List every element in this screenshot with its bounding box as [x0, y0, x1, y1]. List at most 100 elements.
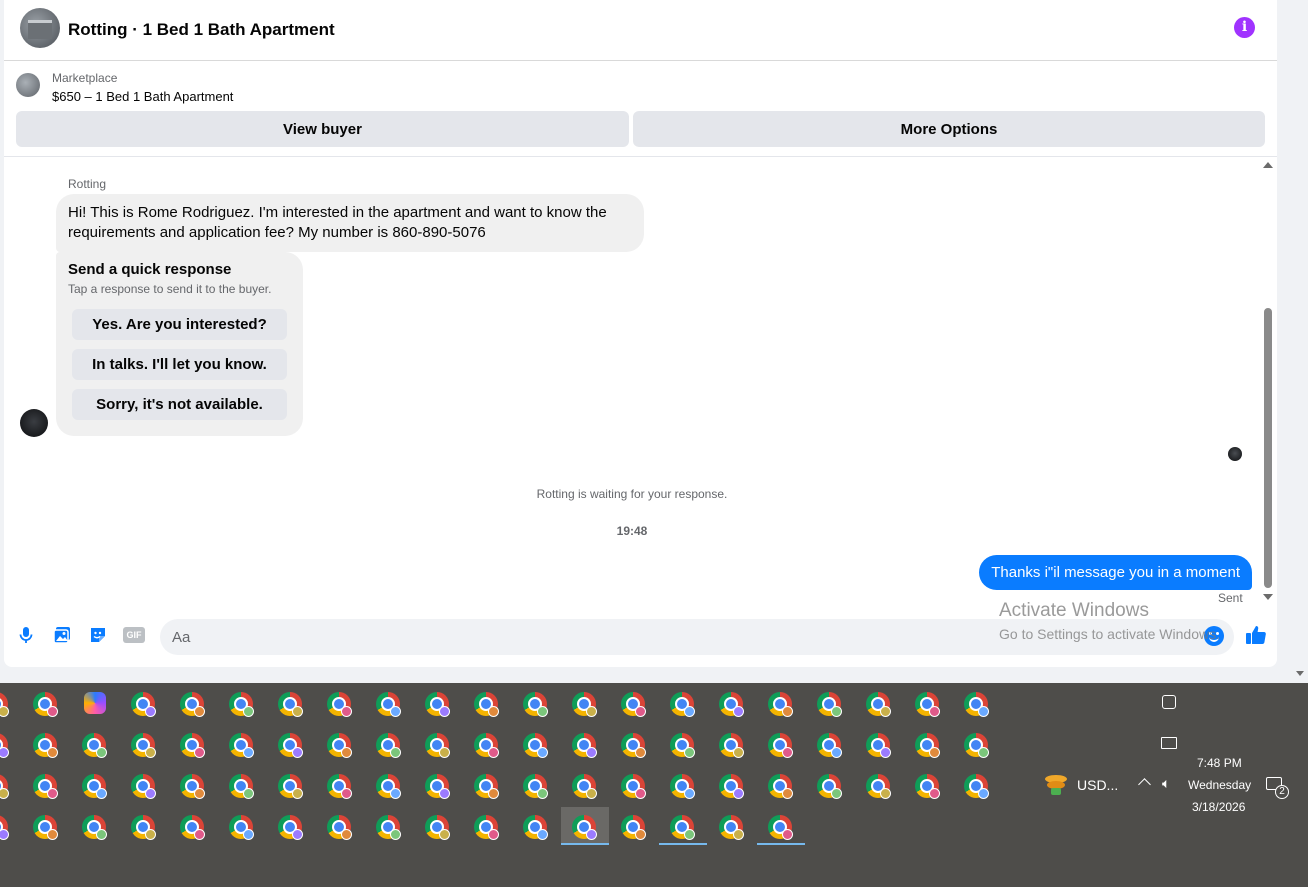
- chrome-profile-icon[interactable]: [962, 690, 992, 720]
- photo-icon[interactable]: [52, 625, 72, 645]
- sticker-icon[interactable]: [88, 625, 108, 645]
- chrome-profile-icon[interactable]: [717, 690, 747, 720]
- microphone-icon[interactable]: [16, 625, 36, 645]
- chrome-profile-icon[interactable]: [521, 731, 551, 761]
- chrome-profile-icon[interactable]: [80, 731, 110, 761]
- volume-icon[interactable]: 🔈︎: [1162, 775, 1170, 792]
- chrome-profile-icon[interactable]: [423, 772, 453, 802]
- chrome-profile-icon[interactable]: [227, 813, 257, 843]
- chrome-profile-icon[interactable]: [31, 772, 61, 802]
- sender-avatar[interactable]: [20, 409, 48, 437]
- currency-widget-icon[interactable]: [1045, 775, 1067, 795]
- chrome-profile-icon[interactable]: [178, 772, 208, 802]
- chrome-profile-icon[interactable]: [668, 690, 698, 720]
- gif-icon[interactable]: GIF: [123, 627, 145, 643]
- chrome-profile-icon[interactable]: [374, 690, 404, 720]
- meet-now-icon[interactable]: [1162, 695, 1176, 709]
- chrome-profile-icon[interactable]: [178, 690, 208, 720]
- chrome-profile-icon[interactable]: [864, 772, 894, 802]
- chrome-profile-icon[interactable]: [178, 731, 208, 761]
- scroll-up-arrow-icon[interactable]: [1263, 162, 1273, 168]
- chrome-profile-icon[interactable]: [619, 690, 649, 720]
- chrome-profile-icon[interactable]: [276, 690, 306, 720]
- conversation-avatar[interactable]: [20, 8, 60, 48]
- chrome-profile-icon[interactable]: [325, 690, 355, 720]
- chrome-profile-icon[interactable]: [815, 690, 845, 720]
- incoming-message[interactable]: Hi! This is Rome Rodriguez. I'm interest…: [56, 194, 644, 252]
- chrome-profile-icon[interactable]: [31, 690, 61, 720]
- clock-date[interactable]: 3/18/2026: [1192, 800, 1245, 814]
- chevron-up-icon[interactable]: [1138, 778, 1151, 791]
- chrome-profile-icon[interactable]: [374, 772, 404, 802]
- chrome-profile-icon[interactable]: [668, 772, 698, 802]
- chrome-profile-icon[interactable]: [325, 772, 355, 802]
- chrome-profile-icon[interactable]: [766, 690, 796, 720]
- chrome-profile-icon[interactable]: [0, 772, 12, 802]
- chrome-profile-icon[interactable]: [276, 813, 306, 843]
- currency-widget-text[interactable]: USD...: [1077, 777, 1118, 793]
- chrome-profile-icon[interactable]: [31, 813, 61, 843]
- chrome-profile-icon[interactable]: [374, 813, 404, 843]
- chrome-profile-icon[interactable]: [668, 731, 698, 761]
- chrome-profile-icon[interactable]: [276, 731, 306, 761]
- listing-thumbnail[interactable]: [16, 73, 40, 97]
- chrome-profile-icon[interactable]: [570, 731, 600, 761]
- chrome-profile-icon[interactable]: [325, 813, 355, 843]
- chrome-profile-icon[interactable]: [227, 690, 257, 720]
- chrome-profile-icon[interactable]: [619, 731, 649, 761]
- thumbs-up-icon[interactable]: [1244, 623, 1268, 647]
- conversation-title[interactable]: Rotting · 1 Bed 1 Bath Apartment: [68, 20, 335, 40]
- chrome-profile-icon[interactable]: [619, 772, 649, 802]
- clock-day[interactable]: Wednesday: [1188, 778, 1251, 792]
- quick-response-not-available-button[interactable]: Sorry, it's not available.: [72, 389, 287, 420]
- info-icon[interactable]: i: [1234, 17, 1255, 38]
- chrome-profile-icon[interactable]: [472, 690, 502, 720]
- message-input[interactable]: [160, 619, 1234, 655]
- chrome-profile-icon[interactable]: [325, 731, 355, 761]
- chrome-profile-icon[interactable]: [913, 690, 943, 720]
- quick-response-in-talks-button[interactable]: In talks. I'll let you know.: [72, 349, 287, 380]
- chrome-profile-icon[interactable]: [423, 813, 453, 843]
- chrome-profile-icon[interactable]: [815, 772, 845, 802]
- chrome-profile-icon[interactable]: [80, 772, 110, 802]
- chrome-profile-icon[interactable]: [472, 772, 502, 802]
- chrome-profile-icon[interactable]: [129, 813, 159, 843]
- chrome-profile-icon[interactable]: [423, 731, 453, 761]
- chrome-profile-icon[interactable]: [766, 813, 796, 843]
- chrome-profile-icon[interactable]: [668, 813, 698, 843]
- chrome-profile-icon[interactable]: [276, 772, 306, 802]
- chrome-profile-icon[interactable]: [570, 813, 600, 843]
- chrome-profile-icon[interactable]: [864, 690, 894, 720]
- chrome-profile-icon[interactable]: [0, 690, 12, 720]
- chrome-profile-icon[interactable]: [521, 813, 551, 843]
- clock-time[interactable]: 7:48 PM: [1197, 756, 1242, 770]
- chrome-profile-icon[interactable]: [717, 813, 747, 843]
- chrome-profile-icon[interactable]: [178, 813, 208, 843]
- network-icon[interactable]: [1161, 737, 1177, 749]
- message-scrollbar[interactable]: [1260, 158, 1277, 608]
- chrome-profile-icon[interactable]: [423, 690, 453, 720]
- chrome-profile-icon[interactable]: [913, 772, 943, 802]
- chrome-profile-icon[interactable]: [619, 813, 649, 843]
- chrome-profile-icon[interactable]: [129, 731, 159, 761]
- chrome-profile-icon[interactable]: [0, 813, 12, 843]
- chrome-profile-icon[interactable]: [913, 731, 943, 761]
- scroll-down-arrow-icon[interactable]: [1263, 594, 1273, 600]
- page-scroll-down-arrow-icon[interactable]: [1296, 671, 1304, 676]
- chrome-profile-icon[interactable]: [472, 731, 502, 761]
- scrollbar-thumb[interactable]: [1264, 308, 1272, 588]
- view-buyer-button[interactable]: View buyer: [16, 111, 629, 147]
- chrome-profile-icon[interactable]: [962, 772, 992, 802]
- quick-response-yes-button[interactable]: Yes. Are you interested?: [72, 309, 287, 340]
- chrome-profile-icon[interactable]: [0, 731, 12, 761]
- chrome-profile-icon[interactable]: [80, 813, 110, 843]
- chrome-profile-icon[interactable]: [472, 813, 502, 843]
- chrome-profile-icon[interactable]: [521, 772, 551, 802]
- chrome-profile-icon[interactable]: [864, 731, 894, 761]
- chrome-profile-icon[interactable]: [227, 731, 257, 761]
- chrome-profile-icon[interactable]: [717, 731, 747, 761]
- chrome-profile-icon[interactable]: [766, 772, 796, 802]
- emoji-icon[interactable]: [1204, 626, 1224, 646]
- chrome-profile-icon[interactable]: [815, 731, 845, 761]
- chrome-profile-icon[interactable]: [570, 690, 600, 720]
